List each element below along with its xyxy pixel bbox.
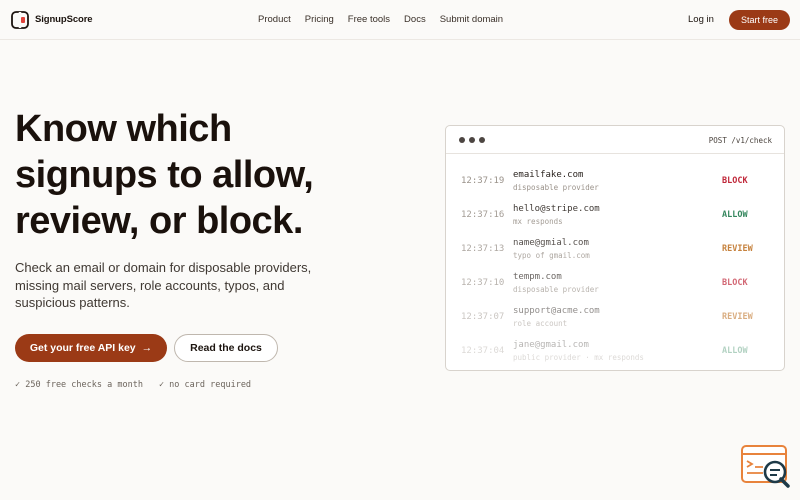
log-verdict: REVIEW bbox=[722, 244, 753, 254]
log-reason: disposable provider bbox=[513, 183, 599, 192]
log-row: 12:37:07 support@acme.com role account REVI… bbox=[446, 304, 784, 338]
window-dot-icon bbox=[469, 137, 475, 143]
log-email: emailfake.com bbox=[513, 170, 584, 180]
log-reason: public provider · mx responds bbox=[513, 353, 644, 362]
nav-link-product[interactable]: Product bbox=[258, 14, 291, 25]
log-row: 12:37:13 name@gmial.com typo of gmail.com R… bbox=[446, 236, 784, 270]
log-time: 12:37:16 bbox=[461, 210, 505, 220]
log-time: 12:37:04 bbox=[461, 346, 505, 356]
log-row: 12:37:04 jane@gmail.com public provider · … bbox=[446, 338, 784, 370]
perks: ✓ 250 free checks a month ✓ no card requ… bbox=[15, 380, 251, 390]
nav-link-docs[interactable]: Docs bbox=[404, 14, 426, 25]
log-verdict: BLOCK bbox=[722, 176, 748, 186]
hero-subtitle: Check an email or domain for disposable … bbox=[15, 260, 312, 310]
hero-title: Know which signups to allow, review, or … bbox=[15, 106, 345, 244]
log-verdict: ALLOW bbox=[722, 346, 748, 356]
log-reason: mx responds bbox=[513, 217, 563, 226]
log-row: 12:37:10 tempm.com disposable provider BLOC… bbox=[446, 270, 784, 304]
log-verdict: BLOCK bbox=[722, 278, 748, 288]
arrow-right-icon: → bbox=[141, 342, 153, 354]
nav-link-pricing[interactable]: Pricing bbox=[305, 14, 334, 25]
log-time: 12:37:10 bbox=[461, 278, 505, 288]
get-api-key-label: Get your free API key bbox=[29, 342, 136, 354]
perk-free-checks: ✓ 250 free checks a month bbox=[15, 380, 143, 390]
nav-links: Product Pricing Free tools Docs Submit d… bbox=[258, 14, 517, 25]
nav-link-submit-domain[interactable]: Submit domain bbox=[440, 14, 503, 25]
log-time: 12:37:07 bbox=[461, 312, 505, 322]
log-email: jane@gmail.com bbox=[513, 340, 589, 350]
nav-link-free-tools[interactable]: Free tools bbox=[348, 14, 390, 25]
log-row: 12:37:16 hello@stripe.com mx responds ALLOW bbox=[446, 202, 784, 236]
hero-title-line-1: Know which bbox=[15, 108, 232, 150]
log-time: 12:37:19 bbox=[461, 176, 505, 186]
window-dot-icon bbox=[479, 137, 485, 143]
hero-title-line-3: review, or block. bbox=[15, 200, 303, 242]
log-email: tempm.com bbox=[513, 272, 562, 282]
top-nav: SignupScore Product Pricing Free tools D… bbox=[0, 0, 800, 40]
login-link[interactable]: Log in bbox=[688, 14, 714, 25]
chat-search-icon[interactable] bbox=[741, 445, 791, 489]
log-time: 12:37:13 bbox=[461, 244, 505, 254]
get-api-key-button[interactable]: Get your free API key → bbox=[15, 334, 167, 362]
log-row: 12:37:19 emailfake.com disposable provider… bbox=[446, 168, 784, 202]
read-docs-button[interactable]: Read the docs bbox=[174, 334, 278, 362]
log-reason: typo of gmail.com bbox=[513, 251, 590, 260]
panel-header: POST /v1/check bbox=[446, 126, 784, 154]
log-email: name@gmial.com bbox=[513, 238, 589, 248]
start-free-button[interactable]: Start free bbox=[729, 10, 790, 30]
endpoint-label: POST /v1/check bbox=[708, 136, 772, 145]
perk-no-card: ✓ no card required bbox=[158, 380, 252, 390]
log-email: support@acme.com bbox=[513, 306, 600, 316]
log-reason: disposable provider bbox=[513, 285, 599, 294]
log-email: hello@stripe.com bbox=[513, 204, 600, 214]
log-verdict: REVIEW bbox=[722, 312, 753, 322]
logo-icon[interactable] bbox=[11, 11, 29, 29]
window-dot-icon bbox=[459, 137, 465, 143]
log-reason: role account bbox=[513, 319, 568, 328]
hero-title-line-2: signups to allow, bbox=[15, 154, 314, 196]
log-verdict: ALLOW bbox=[722, 210, 748, 220]
api-log-panel: POST /v1/check 12:37:19 emailfake.com disp… bbox=[445, 125, 785, 371]
brand-name[interactable]: SignupScore bbox=[35, 14, 93, 25]
